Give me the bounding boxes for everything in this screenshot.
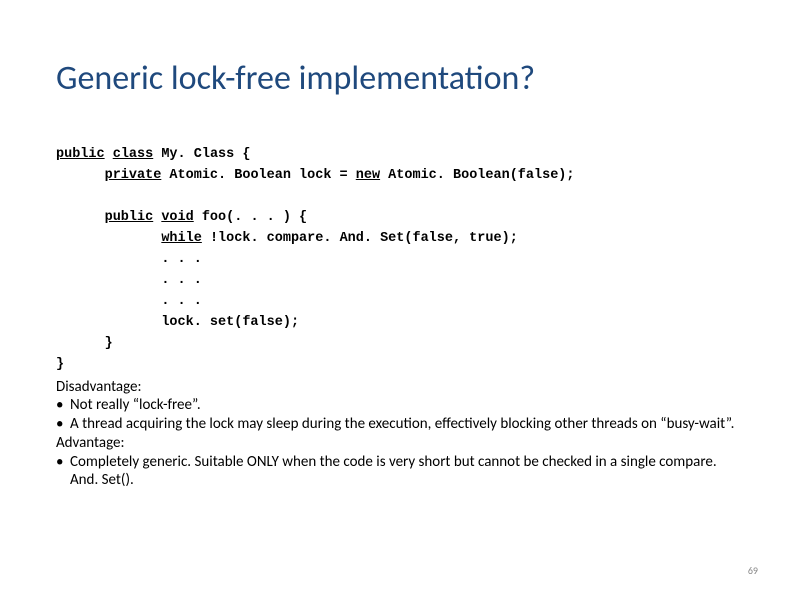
code-dots: . . . [56,294,202,309]
bullet-dot: • [56,415,70,434]
keyword-new: new [356,168,380,183]
code-text: foo(. . . ) { [194,210,307,225]
slide-title: Generic lock-free implementation? [56,60,738,97]
page-number: 69 [748,564,758,577]
keyword-public: public [56,147,105,162]
bullet-item: • Not really “lock-free”. [56,396,738,415]
code-dots: . . . [56,252,202,267]
bullet-text: A thread acquiring the lock may sleep du… [70,415,738,434]
slide: Generic lock-free implementation? public… [0,0,794,595]
code-text: lock. set(false); [56,315,299,330]
advantage-label: Advantage: [56,434,738,453]
code-text: } [56,357,64,372]
keyword-class: class [113,147,154,162]
code-dots: . . . [56,273,202,288]
keyword-private: private [105,168,162,183]
bullet-text: Completely generic. Suitable ONLY when t… [70,453,738,491]
keyword-public: public [105,210,154,225]
code-indent [56,210,105,225]
bullet-dot: • [56,453,70,491]
disadvantage-label: Disadvantage: [56,378,738,397]
code-block: public class My. Class { private Atomic.… [56,145,738,375]
body-text: Disadvantage: • Not really “lock-free”. … [56,378,738,491]
keyword-void: void [161,210,193,225]
code-text: Atomic. Boolean lock = [161,168,355,183]
bullet-item: • Completely generic. Suitable ONLY when… [56,453,738,491]
bullet-item: • A thread acquiring the lock may sleep … [56,415,738,434]
keyword-while: while [161,231,202,246]
code-indent [56,168,105,183]
bullet-text: Not really “lock-free”. [70,396,738,415]
code-indent [56,231,161,246]
bullet-dot: • [56,396,70,415]
code-text: } [56,336,113,351]
code-text: Atomic. Boolean(false); [380,168,574,183]
code-text: My. Class { [153,147,250,162]
code-text: !lock. compare. And. Set(false, true); [202,231,518,246]
